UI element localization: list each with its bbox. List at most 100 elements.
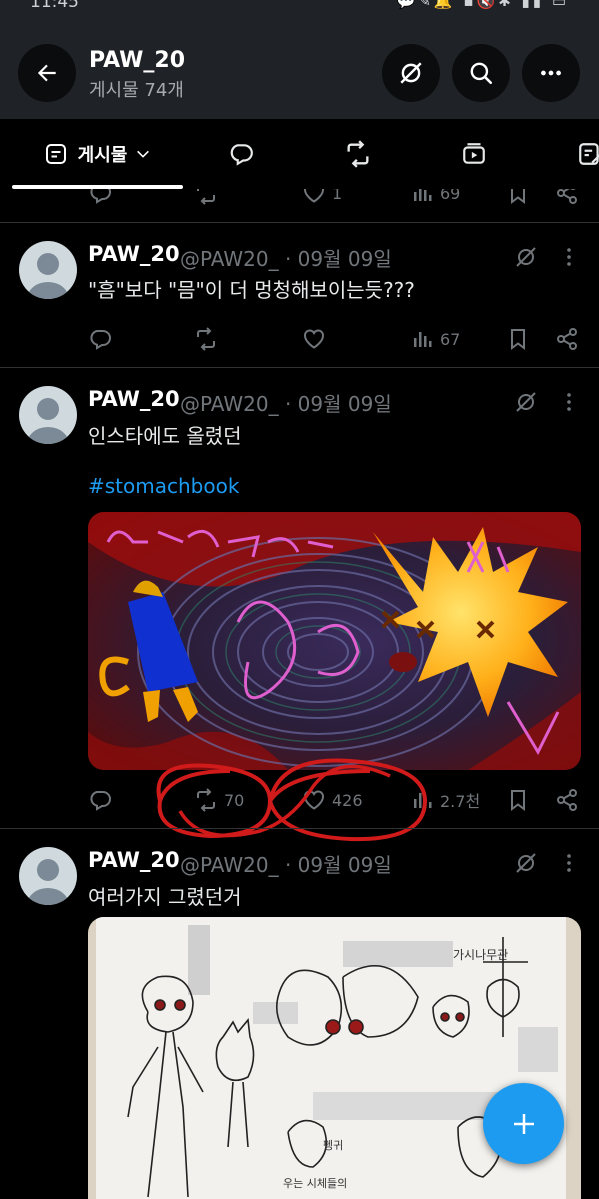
share-button[interactable] (555, 189, 579, 205)
post-text: "흠"보다 "믐"이 더 멍청해보이는듯??? (88, 278, 415, 302)
post-text: 인스타에도 올렸던 (88, 424, 242, 448)
article-icon (579, 143, 599, 165)
repost-icon (197, 189, 215, 205)
post-actions: 67 (88, 327, 584, 351)
post-text: 여러가지 그렸던거 (88, 885, 242, 909)
timeline[interactable]: 1 69 PAW_20 @PAW20_ · 09월 09일 "흠"보다 "믐"이… (0, 189, 599, 1199)
bookmark-button[interactable] (506, 189, 530, 205)
profile-header: PAW_20 게시물 74개 (0, 14, 599, 119)
grok-post-button[interactable] (514, 390, 538, 418)
profile-tabs: 게시물 (0, 119, 599, 189)
author-name[interactable]: PAW_20 (88, 848, 180, 872)
status-bar: 11:45 💬✎🔔 ▪🔇✱ ▮▮ ▭ (0, 0, 599, 14)
views-button[interactable]: 69 (410, 189, 460, 205)
more-horizontal-icon (541, 70, 561, 76)
like-button[interactable] (302, 327, 332, 351)
heart-icon (304, 189, 324, 203)
status-icons: 💬✎🔔 ▪🔇✱ ▮▮ ▭ (396, 0, 569, 10)
post-divider (0, 222, 599, 223)
views-bar-icon (414, 332, 432, 347)
avatar[interactable] (19, 241, 77, 299)
more-vertical-icon (567, 854, 571, 872)
like-count: 1 (332, 189, 343, 203)
tab-reposts[interactable] (322, 119, 394, 189)
bookmark-icon (511, 790, 525, 811)
search-button[interactable] (452, 44, 510, 102)
back-button[interactable] (18, 44, 76, 102)
sketch-caption: 가시나무관 (453, 948, 508, 962)
views-bar-icon (414, 189, 432, 201)
repost-icon (197, 327, 215, 351)
avatar[interactable] (19, 386, 77, 444)
header-title: PAW_20 (89, 48, 186, 73)
grok-slash-icon (516, 392, 536, 412)
tab-posts-label: 게시물 (77, 145, 128, 166)
more-vertical-icon (567, 248, 571, 266)
view-count: 69 (440, 189, 461, 203)
share-icon (557, 789, 577, 811)
arrow-left-icon (37, 64, 56, 82)
post-more-button[interactable] (561, 245, 577, 273)
share-button[interactable] (555, 327, 579, 351)
plus-icon (513, 1113, 534, 1134)
author-handle-date[interactable]: @PAW20_ · 09월 09일 (180, 849, 392, 878)
default-avatar-icon (27, 398, 69, 444)
grok-post-button[interactable] (514, 851, 538, 879)
post-more-button[interactable] (561, 390, 577, 418)
partial-post-actions: 1 69 (88, 189, 584, 205)
repost-button[interactable] (194, 327, 224, 351)
author-name[interactable]: PAW_20 (88, 387, 180, 411)
post-more-button[interactable] (561, 851, 577, 879)
author-handle-date[interactable]: @PAW20_ · 09월 09일 (180, 388, 392, 417)
grok-slash-icon (400, 62, 422, 84)
compose-post-button[interactable] (483, 1083, 564, 1164)
author-name[interactable]: PAW_20 (88, 242, 180, 266)
status-time: 11:45 (30, 0, 79, 12)
avatar[interactable] (19, 847, 77, 905)
tab-videos[interactable] (438, 119, 510, 189)
views-button[interactable]: 67 (410, 327, 460, 351)
posts-list-icon (45, 144, 66, 164)
reply-icon (90, 189, 111, 204)
reply-button[interactable] (88, 327, 118, 351)
like-button[interactable]: 1 (302, 189, 342, 205)
post-count: 게시물 74개 (89, 80, 184, 101)
search-icon (470, 62, 493, 85)
bookmark-button[interactable] (506, 788, 530, 812)
default-avatar-icon (27, 253, 69, 299)
bookmark-icon (511, 329, 525, 350)
reply-button[interactable] (88, 189, 112, 205)
default-avatar-icon (27, 859, 69, 905)
post-divider (0, 367, 599, 368)
reply-button[interactable] (88, 788, 118, 812)
chevron-down-icon (137, 150, 150, 158)
tab-replies[interactable] (205, 119, 277, 189)
video-icon (463, 143, 485, 164)
reply-bubble-icon (230, 144, 253, 166)
repost-icon (347, 140, 369, 168)
svg-text:펭귀: 펭귀 (323, 1139, 343, 1152)
view-count: 2.7천 (440, 792, 481, 811)
post-image[interactable] (88, 512, 581, 770)
author-handle-date[interactable]: @PAW20_ · 09월 09일 (180, 243, 392, 272)
repost-button[interactable] (194, 189, 218, 205)
tab-posts[interactable]: 게시물 (12, 119, 183, 189)
hashtag-link[interactable]: #stomachbook (88, 474, 239, 498)
reply-icon (90, 791, 111, 811)
stomach-book-artwork (88, 512, 581, 770)
grok-post-button[interactable] (514, 245, 538, 273)
grok-button[interactable] (382, 44, 440, 102)
grok-slash-icon (516, 247, 536, 267)
heart-icon (304, 329, 324, 349)
more-options-button[interactable] (522, 44, 580, 102)
grok-slash-icon (516, 853, 536, 873)
share-icon (557, 328, 577, 350)
bookmark-icon (511, 189, 525, 204)
bookmark-button[interactable] (506, 327, 530, 351)
red-scribble-annotation (156, 758, 428, 842)
share-button[interactable] (555, 788, 579, 812)
svg-text:우는 시체들의: 우는 시체들의 (283, 1177, 347, 1190)
view-count: 67 (440, 329, 461, 349)
tab-articles[interactable] (560, 119, 599, 189)
share-icon (557, 189, 577, 204)
